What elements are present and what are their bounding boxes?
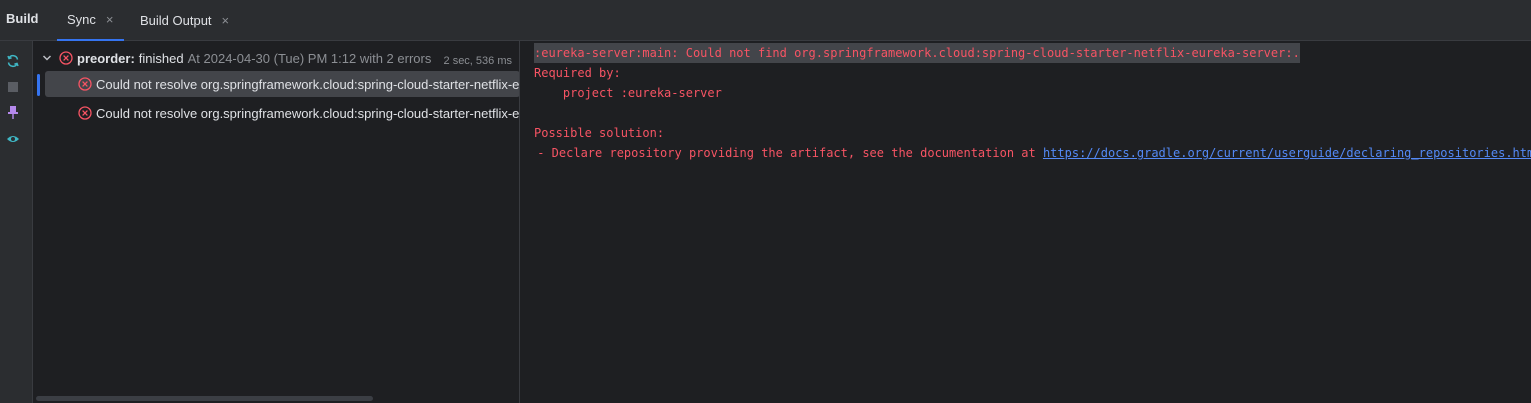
- selection-marker: [37, 74, 40, 96]
- tree-item-label: Could not resolve org.springframework.cl…: [96, 76, 520, 92]
- chevron-down-icon[interactable]: [41, 52, 53, 64]
- root-status: finished: [138, 50, 184, 66]
- tree-item[interactable]: Could not resolve org.springframework.cl…: [45, 100, 520, 126]
- tab-sync-close-icon[interactable]: ×: [106, 12, 114, 27]
- console-line-required-by: Required by:: [534, 66, 621, 80]
- tree-item[interactable]: Could not resolve org.springframework.cl…: [45, 71, 520, 97]
- tab-build-output-label: Build Output: [140, 13, 212, 28]
- root-duration: 2 sec, 536 ms: [443, 55, 512, 67]
- console-line-error: :eureka-server:main: Could not find org.…: [534, 43, 1300, 63]
- root-name: preorder:: [77, 50, 135, 66]
- error-icon: [59, 51, 73, 65]
- error-icon: [78, 77, 92, 91]
- error-icon: [78, 106, 92, 120]
- stop-icon[interactable]: [5, 79, 21, 95]
- horizontal-scrollbar[interactable]: [36, 396, 373, 401]
- eye-icon[interactable]: [5, 131, 21, 147]
- documentation-link[interactable]: https://docs.gradle.org/current/userguid…: [1043, 146, 1531, 160]
- pin-icon[interactable]: [5, 104, 21, 120]
- tab-build-output[interactable]: Build Output ×: [130, 0, 239, 41]
- tab-sync[interactable]: Sync ×: [57, 0, 124, 41]
- tab-build-output-close-icon[interactable]: ×: [222, 13, 230, 28]
- solution-text: - Declare repository providing the artif…: [530, 146, 1043, 160]
- build-toolbar: [0, 41, 33, 403]
- tab-sync-label: Sync: [67, 12, 96, 27]
- root-details: At 2024-04-30 (Tue) PM 1:12 with 2 error…: [187, 50, 432, 66]
- console-output: :eureka-server:main: Could not find org.…: [521, 41, 1531, 403]
- tree-root-row[interactable]: preorder: finished At 2024-04-30 (Tue) P…: [41, 45, 516, 71]
- tree-item-label: Could not resolve org.springframework.cl…: [96, 105, 520, 121]
- console-line-solution: - Declare repository providing the artif…: [530, 143, 1531, 163]
- build-tree: preorder: finished At 2024-04-30 (Tue) P…: [33, 41, 520, 403]
- console-line-project: project :eureka-server: [534, 86, 722, 100]
- console-line-possible-solution: Possible solution:: [534, 126, 665, 140]
- panel-title: Build: [6, 11, 39, 26]
- tool-window-header: Build Sync × Build Output ×: [0, 0, 1531, 41]
- sync-icon[interactable]: [5, 53, 21, 69]
